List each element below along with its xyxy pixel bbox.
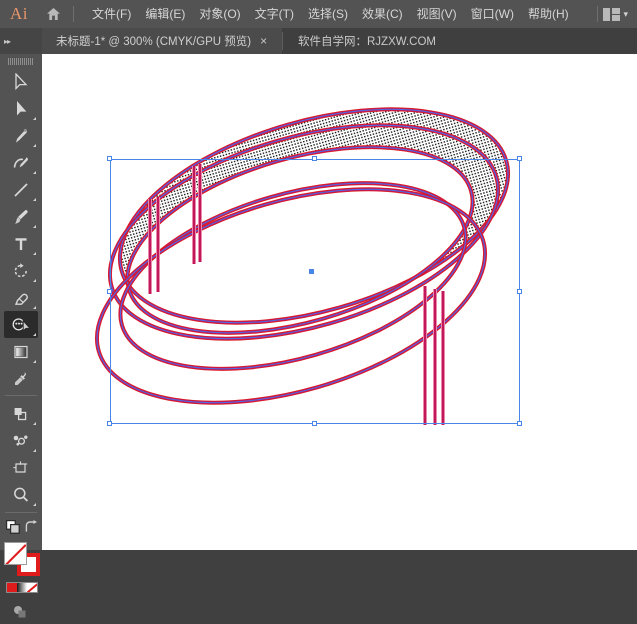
tools-panel: [0, 54, 42, 618]
arrange-zone: ▾: [592, 0, 633, 28]
menu-bar: Ai 文件(F) 编辑(E) 对象(O) 文字(T) 选择(S) 效果(C) 视图(V) 窗口…: [0, 0, 637, 28]
artboard-tool[interactable]: [4, 454, 38, 481]
menu-help[interactable]: 帮助(H): [521, 0, 576, 28]
handle-bottom-right[interactable]: [517, 421, 522, 426]
tool-flyout-indicator-icon[interactable]: [33, 144, 36, 147]
arrange-documents-icon[interactable]: [603, 7, 621, 21]
none-swatch-button[interactable]: [27, 583, 37, 592]
close-icon[interactable]: ×: [260, 35, 267, 47]
color-swatch-button[interactable]: [7, 583, 17, 592]
chevron-down-icon[interactable]: ▾: [623, 9, 628, 20]
tool-flyout-indicator-icon[interactable]: [33, 171, 36, 174]
fill-stroke-swatches: [4, 542, 40, 576]
menu-divider-2: [597, 6, 599, 22]
tool-flyout-indicator-icon[interactable]: [33, 449, 36, 452]
tool-flyout-indicator-icon[interactable]: [33, 279, 36, 282]
tool-flyout-indicator-icon[interactable]: [33, 503, 36, 506]
menu-view[interactable]: 视图(V): [410, 0, 464, 28]
home-icon[interactable]: [38, 0, 68, 28]
menu-divider-1: [73, 6, 74, 22]
selection-tool[interactable]: [4, 68, 38, 95]
pen-tool[interactable]: [4, 122, 38, 149]
eyedropper-tool[interactable]: [4, 365, 38, 392]
arrange-objects-icon[interactable]: [6, 520, 21, 540]
menu-edit[interactable]: 编辑(E): [138, 0, 192, 28]
fill-swatch[interactable]: [4, 542, 27, 565]
handle-top-left[interactable]: [107, 156, 112, 161]
curvature-tool[interactable]: [4, 149, 38, 176]
handle-top-right[interactable]: [517, 156, 522, 161]
direct-selection-tool[interactable]: [4, 95, 38, 122]
menu-object[interactable]: 对象(O): [192, 0, 247, 28]
gradient-swatch-button[interactable]: [17, 583, 27, 592]
toolbar-drag-handle[interactable]: [8, 58, 34, 65]
gradient-tool[interactable]: [4, 338, 38, 365]
line-segment-tool[interactable]: [4, 176, 38, 203]
tool-flyout-indicator-icon[interactable]: [33, 117, 36, 120]
color-mode-triplet: [6, 582, 38, 593]
arrange-swap-row: [6, 518, 38, 538]
ai-logo: Ai: [10, 4, 28, 23]
document-tab[interactable]: 未标题-1* @ 300% (CMYK/GPU 预览) ×: [42, 28, 282, 54]
zoom-tool[interactable]: [4, 481, 38, 508]
document-tab-bar: ▸▸ 未标题-1* @ 300% (CMYK/GPU 预览) × 软件自学网：R…: [0, 28, 637, 54]
swap-fill-stroke-icon[interactable]: [24, 520, 38, 539]
menu-item-list: 文件(F) 编辑(E) 对象(O) 文字(T) 选择(S) 效果(C) 视图(V) 窗口(W)…: [79, 0, 576, 28]
center-anchor-point[interactable]: [309, 269, 314, 274]
double-chevron-right-icon[interactable]: ▸▸: [4, 37, 11, 46]
rotate-tool[interactable]: [4, 257, 38, 284]
document-tab-label: 未标题-1* @ 300% (CMYK/GPU 预览): [56, 36, 252, 48]
tool-flyout-indicator-icon[interactable]: [33, 333, 36, 336]
tool-flyout-indicator-icon[interactable]: [33, 422, 36, 425]
menu-window[interactable]: 窗口(W): [464, 0, 521, 28]
symbol-sprayer-tool[interactable]: [4, 427, 38, 454]
menu-type[interactable]: 文字(T): [248, 0, 301, 28]
handle-bottom-center[interactable]: [312, 421, 317, 426]
tool-flyout-indicator-icon[interactable]: [33, 360, 36, 363]
handle-top-center[interactable]: [312, 156, 317, 161]
selection-bounding-box[interactable]: [110, 159, 520, 424]
panel-expand-stub[interactable]: ▸▸: [0, 28, 42, 54]
type-tool[interactable]: [4, 230, 38, 257]
artboard-canvas[interactable]: [42, 54, 637, 550]
handle-middle-right[interactable]: [517, 288, 522, 294]
drawing-modes-icon[interactable]: [12, 604, 28, 624]
handle-middle-left[interactable]: [107, 288, 112, 294]
handle-bottom-left[interactable]: [107, 421, 112, 426]
watermark-text: 软件自学网：RJZXW.COM: [298, 36, 436, 48]
shape-builder-tool[interactable]: [4, 311, 38, 338]
toolbar-separator: [5, 395, 37, 396]
tool-flyout-indicator-icon[interactable]: [33, 252, 36, 255]
tool-flyout-indicator-icon[interactable]: [33, 198, 36, 201]
eraser-tool[interactable]: [4, 284, 38, 311]
tab-divider: [282, 32, 283, 50]
illustrator-window: Ai 文件(F) 编辑(E) 对象(O) 文字(T) 选择(S) 效果(C) 视图(V) 窗口…: [0, 0, 637, 618]
menu-effect[interactable]: 效果(C): [355, 0, 410, 28]
blend-tool[interactable]: [4, 400, 38, 427]
paintbrush-tool[interactable]: [4, 203, 38, 230]
tool-flyout-indicator-icon[interactable]: [33, 306, 36, 309]
tool-flyout-indicator-icon[interactable]: [33, 225, 36, 228]
menu-file[interactable]: 文件(F): [85, 0, 138, 28]
toolbar-separator-2: [5, 512, 37, 513]
menu-select[interactable]: 选择(S): [301, 0, 355, 28]
none-slash-icon: [5, 543, 26, 564]
